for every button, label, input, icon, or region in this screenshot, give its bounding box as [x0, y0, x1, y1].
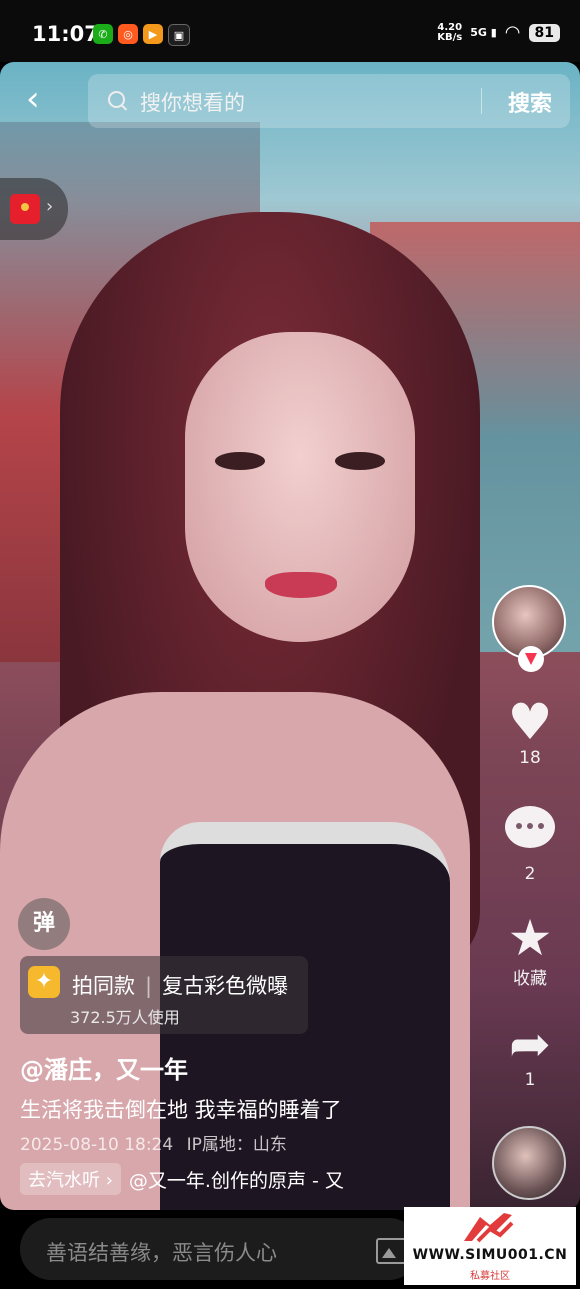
red-packet-widget[interactable]: ›	[0, 178, 68, 240]
comment-count: 2	[524, 864, 536, 884]
sparkle-icon: ✦	[28, 966, 60, 998]
follow-button[interactable]	[518, 646, 544, 672]
status-bar: 11:07 ✆ ◎ ▶ ▣ 4.20 KB/s 5G ▮ ◠ 81	[0, 0, 580, 62]
gift-app-icon: ▣	[168, 24, 190, 46]
effect-name: 复古彩色微曝	[162, 974, 289, 998]
effect-card[interactable]: ✦ 拍同款 | 复古彩色微曝 372.5万人使用	[20, 956, 308, 1034]
battery-indicator: 81	[528, 23, 560, 42]
effect-title: 拍同款	[72, 974, 135, 998]
site-watermark: WWW.SIMU001.CN 私募社区	[404, 1207, 576, 1285]
comment-input[interactable]: 善语结善缘，恶言伤人心	[20, 1218, 420, 1280]
notification-icons: ✆ ◎ ▶ ▣	[93, 24, 190, 46]
video-subject-face	[185, 332, 415, 642]
comment-button[interactable]: 2	[494, 800, 566, 884]
effect-users: 372.5万人使用	[70, 1008, 180, 1027]
share-count: 1	[524, 1070, 536, 1090]
music-disc[interactable]	[492, 1126, 566, 1200]
share-button[interactable]: ➦ 1	[494, 1016, 566, 1090]
favorite-label: 收藏	[513, 969, 547, 989]
video-player[interactable]	[0, 62, 580, 1210]
music-app-chip[interactable]: 去汽水听 ›	[20, 1163, 121, 1195]
wifi-icon: ◠	[504, 22, 521, 43]
heart-icon: ♥	[507, 693, 553, 751]
chevron-right-icon: ›	[46, 196, 54, 217]
post-caption: 生活将我击倒在地 我幸福的睡着了	[20, 1098, 342, 1122]
search-icon	[108, 91, 125, 108]
effect-line: 拍同款 | 复古彩色微曝	[72, 974, 289, 998]
search-button[interactable]: 搜索	[508, 86, 552, 118]
top-bar: ‹ 搜你想看的 搜索	[0, 62, 580, 140]
lips	[265, 572, 337, 598]
comment-icon	[505, 806, 555, 848]
wechat-icon: ✆	[93, 24, 113, 44]
comment-placeholder: 善语结善缘，恶言伤人心	[46, 1241, 277, 1265]
post-date: 2025-08-10 18:24	[20, 1135, 174, 1155]
eye-right	[335, 452, 385, 470]
status-time: 11:07	[32, 22, 99, 46]
like-count: 18	[519, 748, 541, 768]
music-title[interactable]: @又一年.创作的原声 - 又	[129, 1166, 349, 1193]
star-icon: ★	[507, 909, 553, 967]
app-icon-orange: ◎	[118, 24, 138, 44]
watermark-sub: 私募社区	[470, 1271, 510, 1282]
search-divider	[481, 88, 482, 114]
red-packet-icon	[10, 194, 40, 224]
back-icon[interactable]: ‹	[26, 82, 40, 116]
favorite-button[interactable]: ★ 收藏	[494, 910, 566, 989]
video-app-icon: ▶	[143, 24, 163, 44]
watermark-logo-icon	[464, 1213, 514, 1243]
search-placeholder: 搜你想看的	[140, 91, 245, 115]
danmu-toggle[interactable]: 弹	[18, 898, 70, 950]
share-arrow-icon: ➦	[509, 1015, 551, 1073]
signal-indicator: 5G ▮	[470, 26, 497, 39]
watermark-url: WWW.SIMU001.CN	[412, 1247, 568, 1263]
like-button[interactable]: ♥ 18	[494, 694, 566, 768]
ip-location: IP属地：山东	[186, 1135, 287, 1155]
net-speed: 4.20 KB/s	[437, 21, 463, 43]
search-input[interactable]: 搜你想看的 搜索	[88, 74, 570, 128]
status-indicators: 4.20 KB/s 5G ▮ ◠ 81	[437, 22, 560, 43]
post-meta: 2025-08-10 18:24 IP属地：山东	[20, 1130, 287, 1155]
author-name[interactable]: @潘庄，又一年	[20, 1050, 188, 1085]
eye-left	[215, 452, 265, 470]
music-row: 去汽水听 › @又一年.创作的原声 - 又	[20, 1163, 349, 1195]
